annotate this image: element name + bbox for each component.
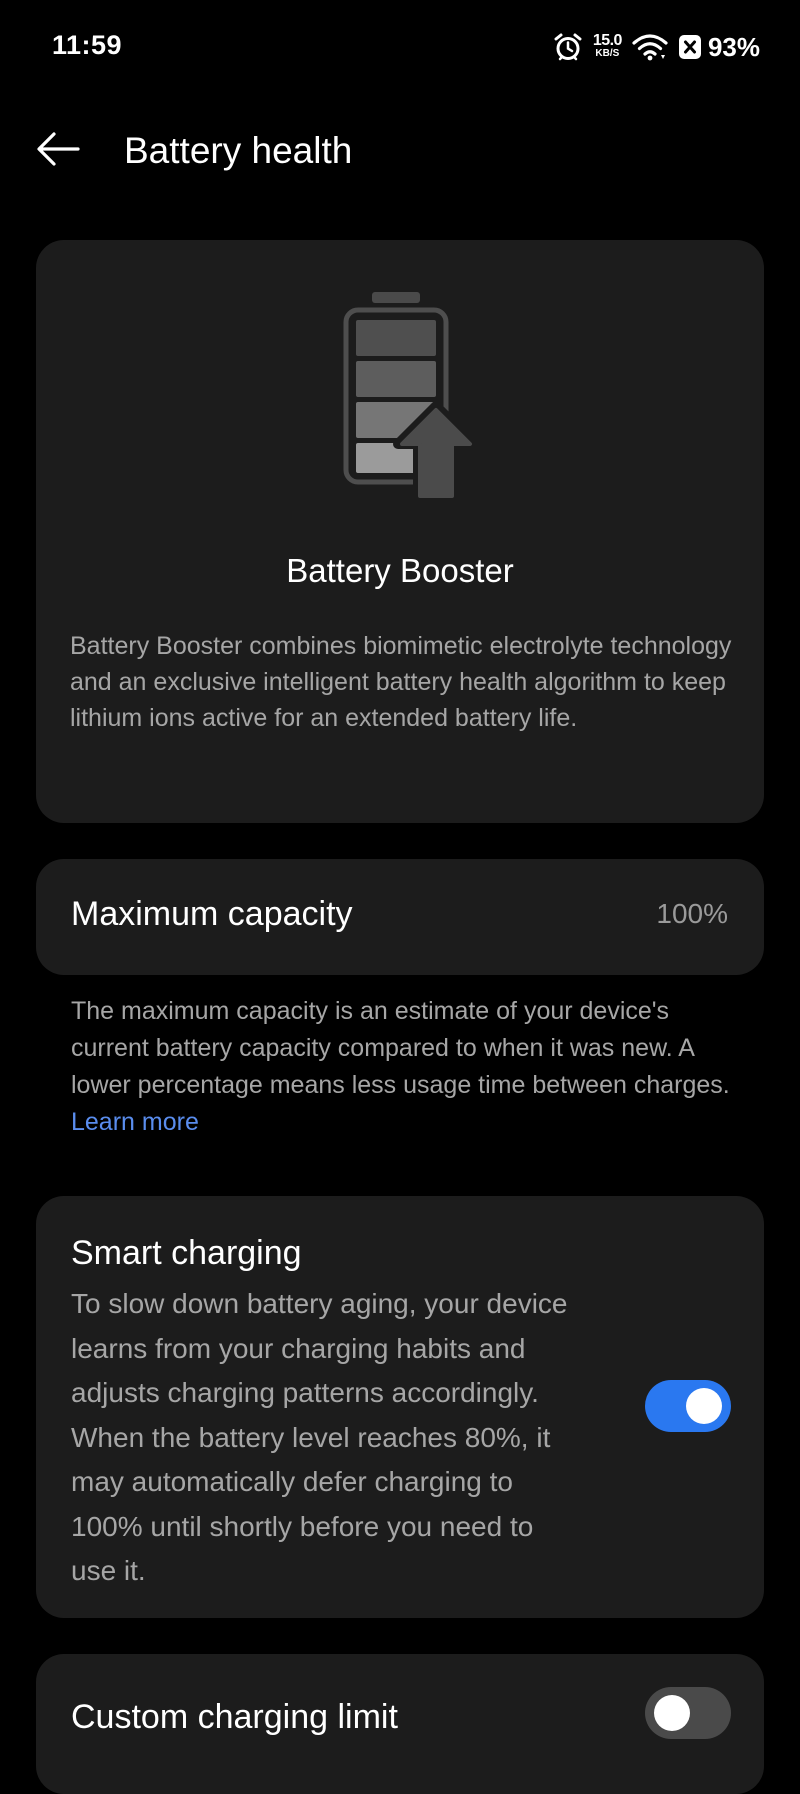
status-time: 11:59 xyxy=(52,30,123,60)
smart-charging-description: To slow down battery aging, your device … xyxy=(71,1288,568,1586)
alarm-icon xyxy=(553,32,583,62)
header: Battery health xyxy=(0,110,800,190)
maximum-capacity-card[interactable]: Maximum capacity 100% xyxy=(36,859,764,975)
battery-saver-icon xyxy=(678,34,702,60)
battery-booster-card: Battery Booster Battery Booster combines… xyxy=(36,240,764,823)
page-title: Battery health xyxy=(124,130,353,171)
booster-description: Battery Booster combines biomimetic elec… xyxy=(70,632,732,732)
booster-title: Battery Booster xyxy=(286,552,514,589)
smart-charging-toggle[interactable] xyxy=(645,1380,731,1432)
toggle-knob xyxy=(654,1695,690,1731)
capacity-note: The maximum capacity is an estimate of y… xyxy=(71,993,731,1141)
custom-charging-limit-toggle[interactable] xyxy=(645,1687,731,1739)
net-speed-value: 15.0 xyxy=(592,32,623,49)
net-speed-unit: KB/S xyxy=(595,48,620,59)
capacity-note-text: The maximum capacity is an estimate of y… xyxy=(71,997,730,1099)
status-bar: 11:59 15.0 KB/S 93% xyxy=(0,0,800,96)
smart-charging-card[interactable]: Smart charging To slow down battery agin… xyxy=(36,1196,764,1618)
net-speed-indicator: 15.0 KB/S xyxy=(592,32,623,59)
capacity-label: Maximum capacity xyxy=(71,895,353,933)
battery-percent: 93% xyxy=(707,31,760,62)
learn-more-link[interactable]: Learn more xyxy=(71,1108,199,1136)
status-icons: 15.0 KB/S 93% xyxy=(553,30,760,64)
toggle-knob xyxy=(686,1388,722,1424)
smart-charging-title: Smart charging xyxy=(71,1234,302,1272)
back-button[interactable] xyxy=(30,126,86,176)
wifi-icon xyxy=(632,33,668,61)
custom-charging-limit-title: Custom charging limit xyxy=(71,1698,398,1736)
custom-charging-limit-card[interactable]: Custom charging limit xyxy=(36,1654,764,1794)
battery-booster-icon xyxy=(342,290,482,505)
capacity-value: 100% xyxy=(656,898,728,929)
back-arrow-icon xyxy=(34,129,82,174)
